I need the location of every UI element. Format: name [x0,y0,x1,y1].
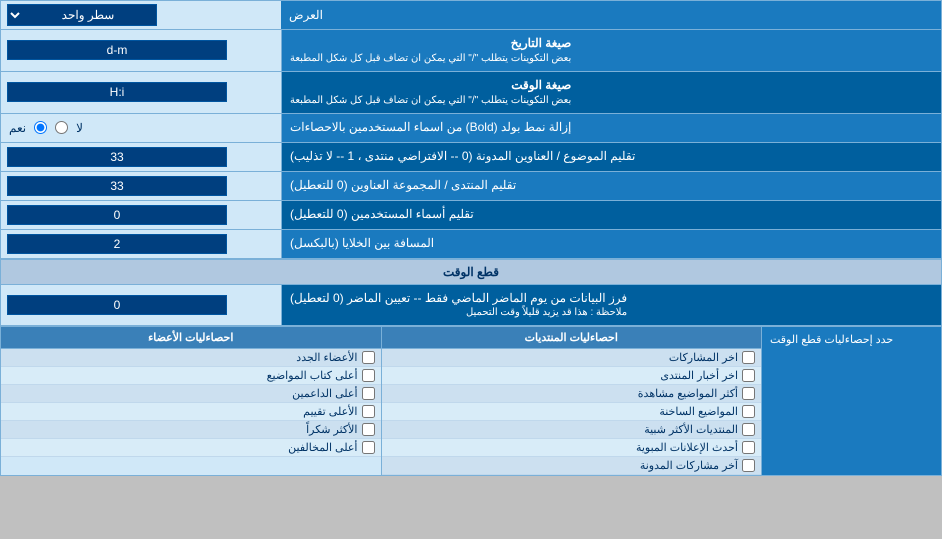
usernames-trim-label-text: تقليم أسماء المستخدمين (0 للتعطيل) [290,206,474,223]
stats-col2-item-1: الأعضاء الجدد [1,349,381,367]
date-format-label-line1: صيغة التاريخ [290,35,571,52]
checkbox-top-posters[interactable] [362,369,375,382]
forum-group-label: تقليم المنتدى / المجموعة العناوين (0 للت… [281,172,941,200]
section-header: قطع الوقت [1,259,941,285]
usernames-trim-row: تقليم أسماء المستخدمين (0 للتعطيل) [1,201,941,230]
section-header-text: قطع الوقت [443,265,499,279]
date-format-label-line2: بعض التكوينات يتطلب "/" التي يمكن ان تضا… [290,52,571,66]
stats-main-label-text: حدد إحصاءليات قطع الوقت [770,333,893,346]
checkbox-most-viewed[interactable] [742,387,755,400]
stats-col1-item-2: اخر أخبار المنتدى [382,367,762,385]
stats-col2-item-3: أعلى الداعمين [1,385,381,403]
checkbox-top-donors[interactable] [362,387,375,400]
usernames-trim-label: تقليم أسماء المستخدمين (0 للتعطيل) [281,201,941,229]
posts-spacing-row: المسافة بين الخلايا (بالبكسل) [1,230,941,259]
date-format-row: صيغة التاريخ بعض التكوينات يتطلب "/" الت… [1,30,941,72]
cutoff-input[interactable] [7,295,227,315]
checkbox-last-posts[interactable] [742,351,755,364]
topics-order-row: تقليم الموضوع / العناوين المدونة (0 -- ا… [1,143,941,172]
date-format-input-cell [1,30,281,71]
main-container: العرض سطر واحد سطرين ثلاثة أسطر صيغة الت… [0,0,942,476]
checkbox-top-violators[interactable] [362,441,375,454]
checkbox-hot-topics[interactable] [742,405,755,418]
forum-group-input[interactable] [7,176,227,196]
stats-col1-item-3: أكثر المواضيع مشاهدة [382,385,762,403]
posts-spacing-input[interactable] [7,234,227,254]
stats-col1-item-1: اخر المشاركات [382,349,762,367]
view-select[interactable]: سطر واحد سطرين ثلاثة أسطر [7,4,157,26]
forum-group-input-cell [1,172,281,200]
stats-col2-item-6: أعلى المخالفين [1,439,381,457]
usernames-trim-input-cell [1,201,281,229]
date-format-label: صيغة التاريخ بعض التكوينات يتطلب "/" الت… [281,30,941,71]
time-format-input[interactable] [7,82,227,102]
time-format-label: صيغة الوقت بعض التكوينات يتطلب "/" التي … [281,72,941,113]
cutoff-label-line2: ملاحظة : هذا قد يزيد قليلاً وقت التحميل [290,306,627,320]
cutoff-row: فرز البيانات من يوم الماضر الماضي فقط --… [1,285,941,327]
topics-order-input[interactable] [7,147,227,167]
stats-col1-item-5: المنتديات الأكثر شبية [382,421,762,439]
bold-remove-label-text: إزالة نمط بولد (Bold) من اسماء المستخدمي… [290,119,571,136]
time-format-label-line1: صيغة الوقت [290,77,571,94]
top-select-cell: سطر واحد سطرين ثلاثة أسطر [1,1,281,29]
top-row: العرض سطر واحد سطرين ثلاثة أسطر [1,1,941,30]
cutoff-label: فرز البيانات من يوم الماضر الماضي فقط --… [281,285,941,326]
stats-col2-item-4: الأعلى تقييم [1,403,381,421]
stats-col2-header: احصاءليات الأعضاء [1,327,381,349]
stats-main-label: حدد إحصاءليات قطع الوقت [761,327,941,475]
posts-spacing-label-text: المسافة بين الخلايا (بالبكسل) [290,235,434,252]
checkbox-forum-news[interactable] [742,369,755,382]
posts-spacing-label: المسافة بين الخلايا (بالبكسل) [281,230,941,258]
bold-remove-label: إزالة نمط بولد (Bold) من اسماء المستخدمي… [281,114,941,142]
stats-col1-item-6: أحدث الإعلانات المبوية [382,439,762,457]
checkbox-recent-announces[interactable] [742,441,755,454]
stats-col1-header: احصاءليات المنتديات [382,327,762,349]
bold-remove-radio-cell: لا نعم [1,114,281,142]
time-format-label-line2: بعض التكوينات يتطلب "/" التي يمكن ان تضا… [290,94,571,108]
checkbox-blog-posts[interactable] [742,459,755,472]
forum-group-row: تقليم المنتدى / المجموعة العناوين (0 للت… [1,172,941,201]
stats-col1: احصاءليات المنتديات اخر المشاركات اخر أخ… [381,327,762,475]
topics-order-label-text: تقليم الموضوع / العناوين المدونة (0 -- ا… [290,148,635,165]
stats-col1-item-4: المواضيع الساخنة [382,403,762,421]
date-format-input[interactable] [7,40,227,60]
checkbox-new-members[interactable] [362,351,375,364]
cutoff-input-cell [1,285,281,326]
stats-section: حدد إحصاءليات قطع الوقت احصاءليات المنتد… [1,326,941,475]
stats-col2-item-5: الأكثر شكراً [1,421,381,439]
stats-col2-item-2: أعلى كتاب المواضيع [1,367,381,385]
topics-order-input-cell [1,143,281,171]
radio-yes-label: نعم [9,121,26,135]
forum-group-label-text: تقليم المنتدى / المجموعة العناوين (0 للت… [290,177,516,194]
bold-remove-row: إزالة نمط بولد (Bold) من اسماء المستخدمي… [1,114,941,143]
cutoff-label-line1: فرز البيانات من يوم الماضر الماضي فقط --… [290,290,627,307]
time-format-input-cell [1,72,281,113]
radio-no-label: لا [76,121,83,135]
posts-spacing-input-cell [1,230,281,258]
topics-order-label: تقليم الموضوع / العناوين المدونة (0 -- ا… [281,143,941,171]
checkbox-most-similar[interactable] [742,423,755,436]
radio-yes[interactable] [34,121,47,134]
radio-no[interactable] [55,121,68,134]
stats-col1-item-7: آخر مشاركات المدونة [382,457,762,475]
checkbox-top-rated[interactable] [362,405,375,418]
usernames-trim-input[interactable] [7,205,227,225]
top-label-text: العرض [289,8,323,22]
top-label: العرض [281,1,941,29]
checkbox-most-thanked[interactable] [362,423,375,436]
stats-col2: احصاءليات الأعضاء الأعضاء الجدد أعلى كتا… [1,327,381,475]
time-format-row: صيغة الوقت بعض التكوينات يتطلب "/" التي … [1,72,941,114]
